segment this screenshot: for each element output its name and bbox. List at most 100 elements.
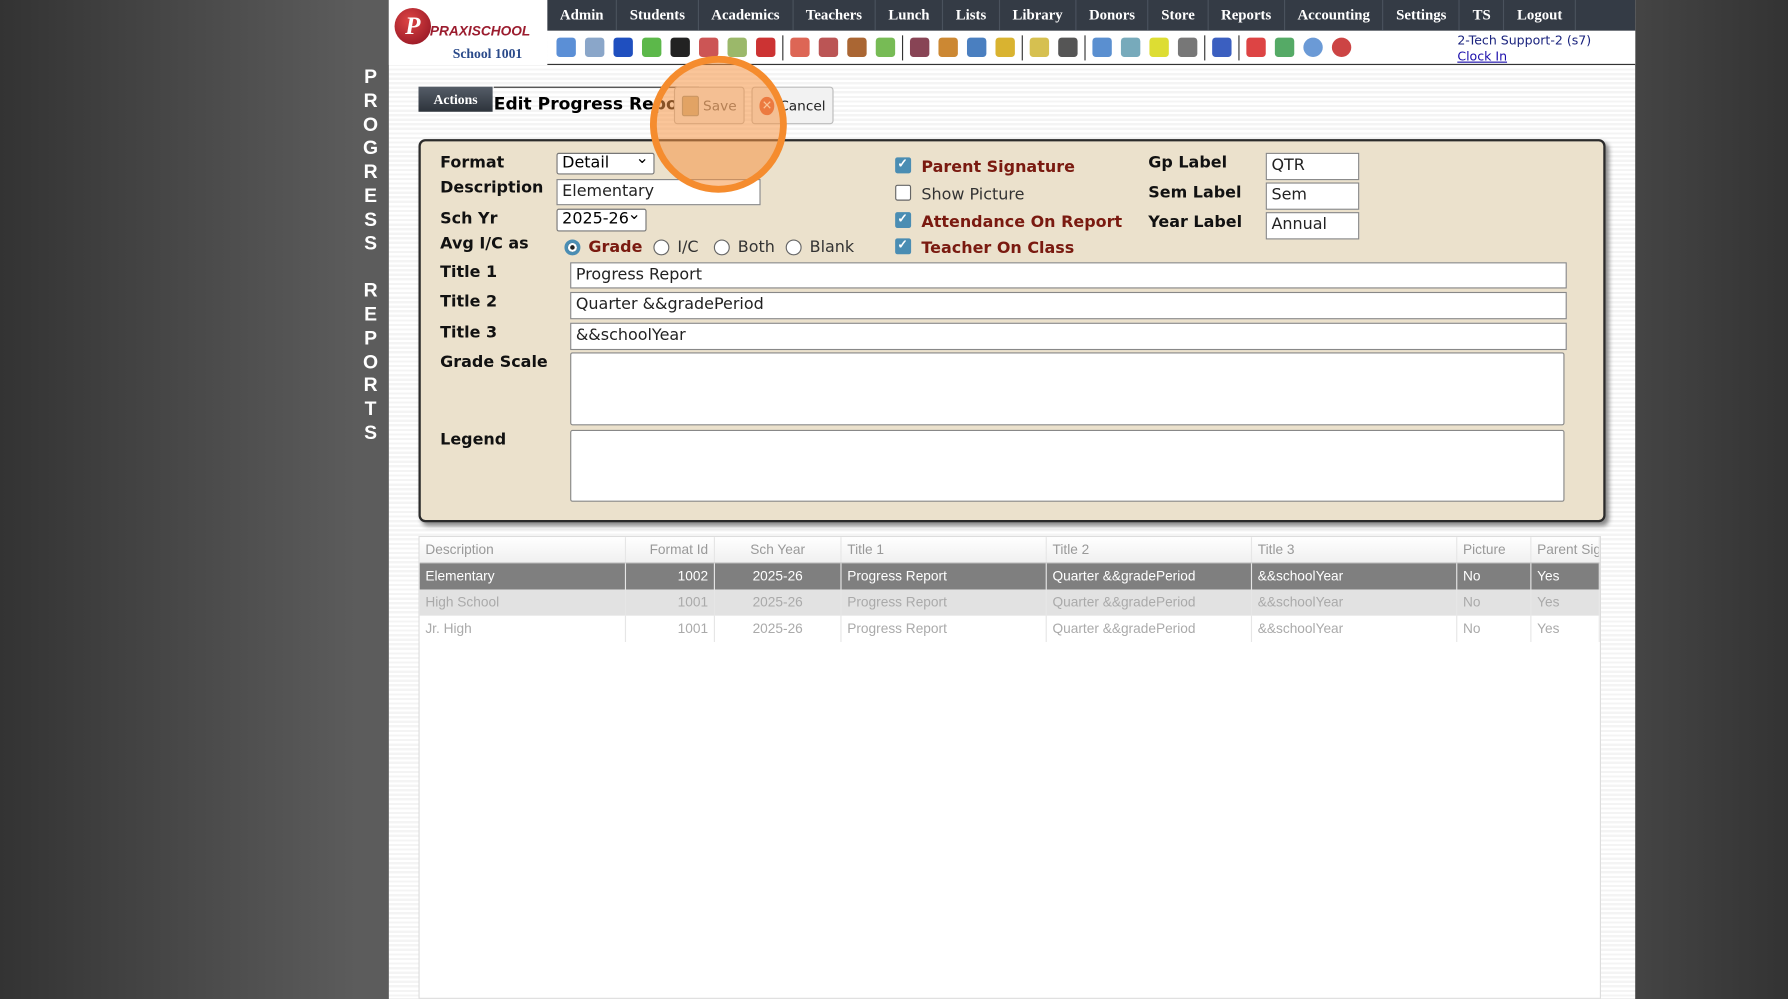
calendar-icon[interactable] bbox=[756, 37, 776, 58]
nav-donors[interactable]: Donors bbox=[1076, 0, 1149, 31]
column-header[interactable]: Title 3 bbox=[1252, 537, 1458, 563]
table-row[interactable]: Elementary 1002 2025-26 Progress Report Quar… bbox=[419, 563, 1600, 590]
nav-students[interactable]: Students bbox=[617, 0, 699, 31]
printer-icon[interactable] bbox=[1177, 37, 1198, 58]
cash-register-icon[interactable] bbox=[1274, 37, 1295, 58]
table-cell: Quarter &&gradePeriod bbox=[1047, 615, 1253, 642]
title3-input[interactable]: &&schoolYear bbox=[570, 322, 1567, 351]
help-icon[interactable] bbox=[1303, 37, 1323, 58]
nav-settings[interactable]: Settings bbox=[1384, 0, 1461, 31]
nav-library[interactable]: Library bbox=[1000, 0, 1077, 31]
nav-lists[interactable]: Lists bbox=[943, 0, 1000, 31]
alarm-clock-icon[interactable] bbox=[1092, 37, 1112, 58]
column-header[interactable]: Title 2 bbox=[1047, 537, 1253, 563]
export-icon[interactable] bbox=[1029, 37, 1050, 58]
avg-radio-grade[interactable] bbox=[564, 239, 581, 256]
main-nav: Admin Students Academics Teachers Lunch Lists… bbox=[547, 0, 1636, 31]
table-cell: Progress Report bbox=[842, 589, 1047, 616]
checkbox-label[interactable]: Parent Signature bbox=[921, 159, 1075, 177]
checkbox-label[interactable]: Show Picture bbox=[921, 186, 1024, 204]
cancel-button[interactable]: ✕ Cancel bbox=[751, 86, 834, 125]
formats-table: Description Format Id Sch Year Title 1 Title… bbox=[418, 535, 1601, 999]
phone-icon[interactable] bbox=[670, 37, 690, 58]
side-title-letter: E bbox=[364, 184, 378, 207]
search-icon[interactable] bbox=[556, 37, 576, 58]
gp-label-input[interactable]: QTR bbox=[1265, 152, 1360, 181]
side-title-letter: P bbox=[364, 327, 378, 349]
format-select[interactable]: Detail bbox=[556, 149, 655, 175]
calendar-grid-icon[interactable] bbox=[584, 37, 605, 58]
clock-in-link[interactable]: Clock In bbox=[1457, 49, 1591, 65]
checkbox-label[interactable]: Teacher On Class bbox=[921, 239, 1074, 257]
card-icon[interactable] bbox=[1149, 37, 1169, 58]
column-header[interactable]: Format Id bbox=[626, 537, 715, 563]
megaphone-icon[interactable] bbox=[790, 37, 810, 58]
schedule-icon[interactable] bbox=[727, 37, 747, 58]
avg-radio-blank[interactable] bbox=[785, 239, 802, 256]
checkbox-label[interactable]: Attendance On Report bbox=[921, 213, 1122, 231]
add-student-icon[interactable] bbox=[818, 37, 839, 58]
table-cell: No bbox=[1457, 589, 1532, 616]
table-cell: 2025-26 bbox=[715, 589, 842, 616]
avg-radio-both[interactable] bbox=[713, 239, 730, 256]
label-avg: Avg I/C as bbox=[440, 234, 529, 254]
speaker-icon[interactable] bbox=[699, 37, 719, 58]
bell-icon[interactable] bbox=[995, 37, 1015, 58]
report-icon[interactable] bbox=[1120, 37, 1141, 58]
column-header[interactable]: Sch Year bbox=[715, 537, 842, 563]
ap-icon[interactable] bbox=[1212, 37, 1232, 58]
side-title-letter bbox=[360, 256, 381, 280]
sch-yr-select[interactable]: 2025-26 bbox=[556, 205, 647, 232]
avg-option-label[interactable]: Blank bbox=[810, 238, 855, 256]
nav-lunch[interactable]: Lunch bbox=[876, 0, 944, 31]
user-name: 2-Tech Support-2 (s7) bbox=[1457, 33, 1592, 48]
column-header[interactable]: Parent Sig bbox=[1531, 537, 1600, 563]
title2-input[interactable]: Quarter &&gradePeriod bbox=[570, 291, 1567, 320]
table-cell: 1002 bbox=[626, 563, 715, 590]
avg-option-label[interactable]: Both bbox=[738, 238, 775, 256]
floppy-disk-icon bbox=[681, 95, 699, 116]
column-header[interactable]: Picture bbox=[1457, 537, 1532, 563]
parents-icon[interactable] bbox=[909, 37, 930, 58]
money-icon[interactable] bbox=[875, 37, 896, 58]
checkbox-teacher-on-class[interactable] bbox=[895, 237, 912, 255]
side-title-letter: O bbox=[363, 113, 379, 136]
avg-radio-ic[interactable] bbox=[653, 239, 670, 256]
side-title-letter: E bbox=[364, 303, 378, 325]
column-header[interactable]: Title 1 bbox=[842, 537, 1047, 563]
save-button[interactable]: Save bbox=[673, 86, 745, 125]
nav-reports[interactable]: Reports bbox=[1208, 0, 1285, 31]
year-label-input[interactable]: Annual bbox=[1265, 212, 1360, 240]
actions-button[interactable]: Actions bbox=[418, 86, 493, 112]
avg-option-label[interactable]: Grade bbox=[588, 238, 642, 256]
checkbox-attendance-on-report[interactable] bbox=[895, 211, 912, 229]
avg-option-label[interactable]: I/C bbox=[677, 238, 698, 256]
table-row[interactable]: Jr. High 1001 2025-26 Progress Report Quarte… bbox=[419, 615, 1600, 642]
nav-teachers[interactable]: Teachers bbox=[793, 0, 876, 31]
nav-logout[interactable]: Logout bbox=[1504, 0, 1577, 31]
chat-icon[interactable] bbox=[641, 37, 662, 58]
email-at-icon[interactable] bbox=[613, 37, 633, 58]
sem-label-input[interactable]: Sem bbox=[1265, 182, 1360, 210]
checkbox-parent-signature[interactable] bbox=[895, 156, 912, 174]
nav-academics[interactable]: Academics bbox=[699, 0, 794, 31]
legend-textarea[interactable] bbox=[570, 429, 1565, 502]
checkbox-show-picture[interactable] bbox=[895, 184, 912, 201]
nav-admin[interactable]: Admin bbox=[547, 0, 618, 31]
label-title3: Title 3 bbox=[440, 323, 498, 343]
alert-icon[interactable] bbox=[1331, 37, 1352, 58]
teacher-icon[interactable] bbox=[1058, 37, 1078, 58]
lunch-icon[interactable] bbox=[938, 37, 958, 58]
nav-store[interactable]: Store bbox=[1149, 0, 1209, 31]
nav-accounting[interactable]: Accounting bbox=[1285, 0, 1384, 31]
title1-input[interactable]: Progress Report bbox=[570, 262, 1567, 289]
pdf-icon[interactable] bbox=[1246, 37, 1266, 58]
grade-scale-textarea[interactable] bbox=[570, 352, 1565, 426]
table-row[interactable]: High School 1001 2025-26 Progress Report Qua… bbox=[419, 589, 1600, 616]
logo[interactable]: P PRAXISCHOOL School 1001 bbox=[388, 0, 548, 65]
nav-ts[interactable]: TS bbox=[1460, 0, 1505, 31]
column-header[interactable]: Description bbox=[420, 537, 627, 563]
book-icon[interactable] bbox=[966, 37, 987, 58]
student-icon[interactable] bbox=[847, 37, 867, 58]
description-input[interactable]: Elementary bbox=[556, 179, 761, 206]
